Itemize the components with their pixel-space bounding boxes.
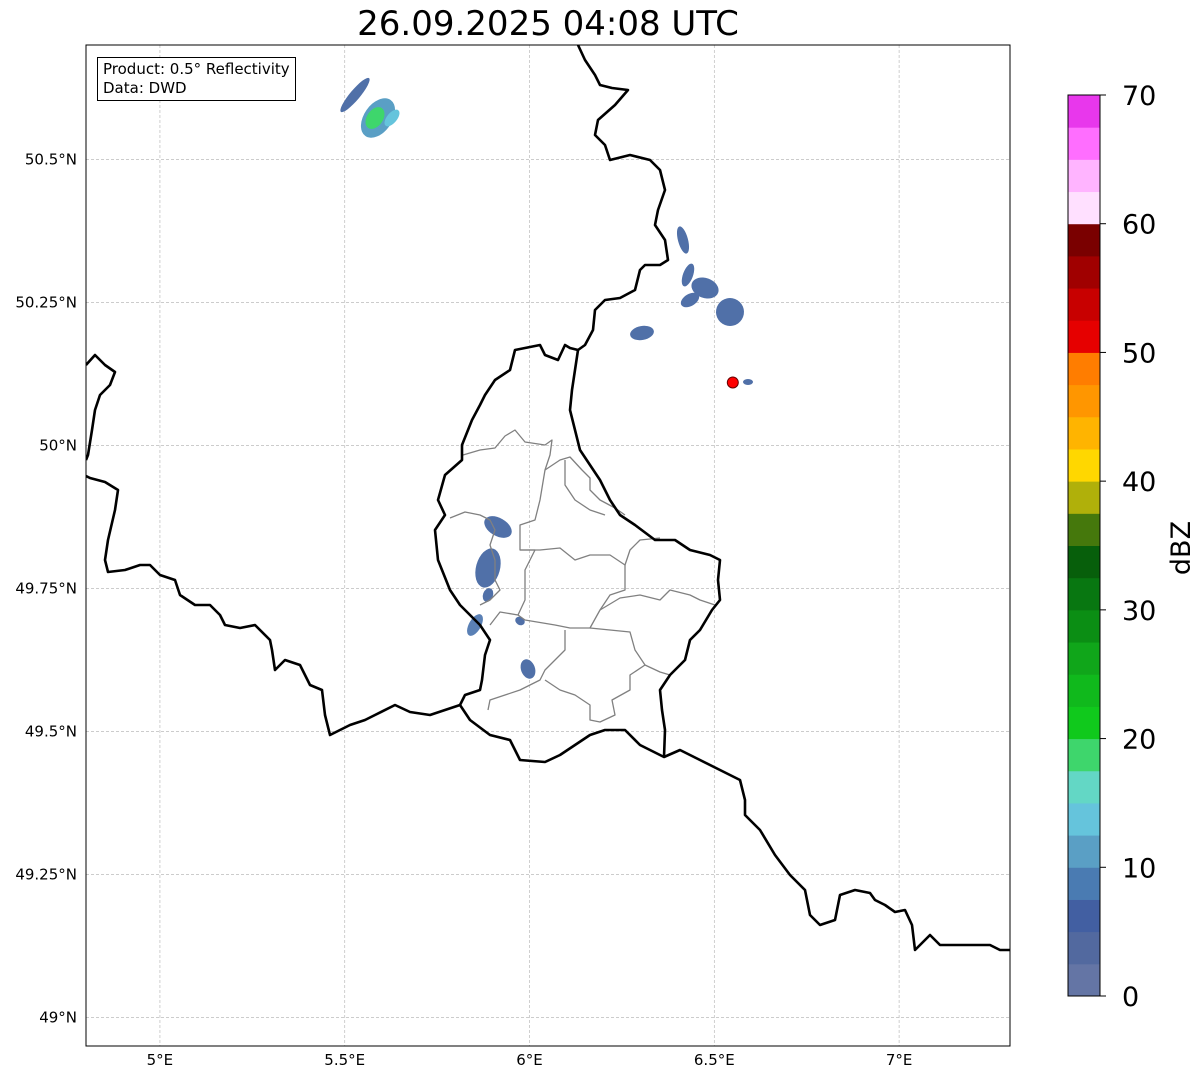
colorbar-bin bbox=[1068, 127, 1100, 160]
colorbar-bin bbox=[1068, 513, 1100, 546]
lat-tick-label: 49.25°N bbox=[15, 865, 77, 883]
lat-tick-label: 50°N bbox=[39, 436, 77, 454]
lon-tick-label: 5°E bbox=[147, 1051, 174, 1069]
colorbar-bin bbox=[1068, 706, 1100, 740]
colorbar-bin bbox=[1068, 835, 1100, 868]
product-label: Product: 0.5° Reflectivity bbox=[103, 60, 290, 78]
colorbar-bin bbox=[1068, 320, 1100, 353]
colorbar-bin bbox=[1068, 448, 1100, 482]
colorbar-tick-label: 0 bbox=[1122, 982, 1139, 1013]
colorbar-bin bbox=[1068, 191, 1100, 225]
lon-tick-label: 5.5°E bbox=[324, 1051, 365, 1069]
radar-map: 5°E 5.5°E 6°E 6.5°E 7°E 50.5°N 50.25°N 50°N 49.7… bbox=[15, 44, 1197, 1069]
colorbar-bin bbox=[1068, 963, 1100, 997]
colorbar-tick-label: 70 bbox=[1122, 81, 1156, 112]
colorbar-bin bbox=[1068, 674, 1100, 707]
colorbar-bin bbox=[1068, 384, 1100, 418]
data-source-label: Data: DWD bbox=[103, 79, 187, 97]
info-box: Product: 0.5° Reflectivity Data: DWD bbox=[97, 57, 296, 101]
colorbar-bin bbox=[1068, 288, 1100, 321]
lat-tick-label: 50.25°N bbox=[15, 293, 77, 311]
colorbar-bin bbox=[1068, 899, 1100, 933]
colorbar-bin bbox=[1068, 577, 1100, 611]
colorbar: 0 10 20 30 40 50 60 70 bbox=[1067, 81, 1156, 1013]
colorbar-bin bbox=[1068, 416, 1100, 450]
colorbar-bin bbox=[1068, 931, 1100, 965]
colorbar-tick-label: 10 bbox=[1122, 853, 1156, 884]
colorbar-bin bbox=[1068, 352, 1100, 386]
lat-tick-label: 49.5°N bbox=[25, 722, 77, 740]
colorbar-bin bbox=[1068, 159, 1100, 193]
radar-site-marker bbox=[726, 376, 739, 389]
radar-echo bbox=[743, 379, 753, 385]
lat-tick-label: 49.75°N bbox=[15, 579, 77, 597]
colorbar-label: dBZ bbox=[1166, 521, 1197, 575]
colorbar-bin bbox=[1068, 738, 1100, 772]
lon-tick-label: 7°E bbox=[886, 1051, 913, 1069]
lat-tick-label: 49°N bbox=[39, 1008, 77, 1026]
lon-tick-label: 6°E bbox=[516, 1051, 543, 1069]
colorbar-bin bbox=[1068, 545, 1100, 579]
colorbar-tick-label: 40 bbox=[1122, 467, 1156, 498]
lat-tick-label: 50.5°N bbox=[25, 150, 77, 168]
colorbar-bin bbox=[1068, 642, 1100, 675]
colorbar-tick-label: 50 bbox=[1122, 338, 1156, 369]
lon-tick-label: 6.5°E bbox=[694, 1051, 735, 1069]
colorbar-bin bbox=[1068, 609, 1100, 643]
colorbar-bin bbox=[1068, 802, 1100, 836]
colorbar-tick-label: 30 bbox=[1122, 596, 1156, 627]
colorbar-tick-label: 60 bbox=[1122, 210, 1156, 241]
colorbar-bin bbox=[1068, 255, 1100, 289]
colorbar-bin bbox=[1068, 481, 1100, 514]
colorbar-bin bbox=[1068, 95, 1100, 128]
colorbar-bin bbox=[1068, 770, 1100, 804]
colorbar-bin bbox=[1068, 867, 1100, 900]
colorbar-tick-label: 20 bbox=[1122, 725, 1156, 756]
colorbar-bin bbox=[1068, 223, 1100, 257]
